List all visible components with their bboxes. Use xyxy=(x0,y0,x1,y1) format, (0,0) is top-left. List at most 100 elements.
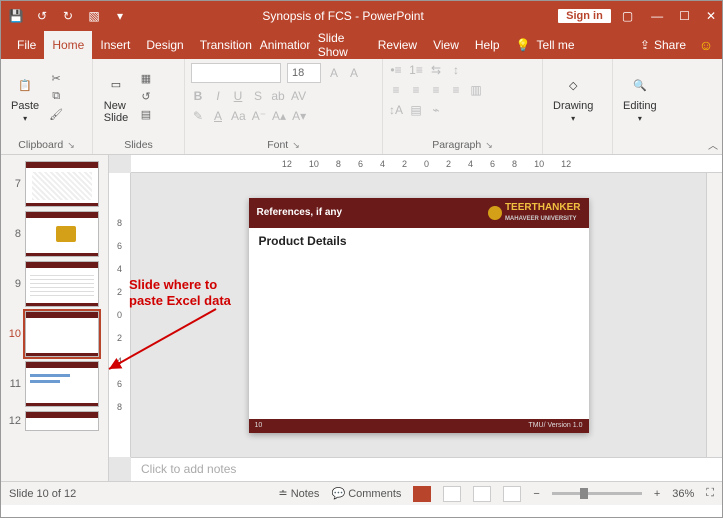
current-slide[interactable]: References, if any TEERTHANKERMAHAVEER U… xyxy=(249,198,589,433)
bold-icon[interactable]: B xyxy=(191,89,205,103)
window-controls: — ☐ ✕ xyxy=(651,9,716,23)
normal-view-icon[interactable] xyxy=(413,486,431,502)
align-center-icon[interactable]: ≡ xyxy=(409,83,423,97)
lightbulb-icon: 💡 xyxy=(516,38,531,52)
start-from-beginning-icon[interactable]: ▧ xyxy=(85,9,103,23)
ribbon-display-options-icon[interactable]: ▢ xyxy=(622,9,633,23)
highlight-icon[interactable]: ✎ xyxy=(191,109,205,123)
shadow-icon[interactable]: ab xyxy=(271,89,285,103)
cut-icon[interactable]: ✂ xyxy=(47,72,65,88)
increase-font-icon[interactable]: A xyxy=(327,66,341,80)
grow-font-icon[interactable]: A▴ xyxy=(272,109,286,123)
qat-dropdown-icon[interactable]: ▾ xyxy=(111,9,129,23)
slide-canvas[interactable]: References, if any TEERTHANKERMAHAVEER U… xyxy=(131,173,706,457)
feedback-icon[interactable]: ☺ xyxy=(694,31,718,59)
window-title: Synopsis of FCS - PowerPoint xyxy=(129,9,557,23)
tab-help[interactable]: Help xyxy=(467,31,508,59)
tab-view[interactable]: View xyxy=(425,31,467,59)
underline-icon[interactable]: U xyxy=(231,89,245,103)
line-spacing-icon[interactable]: ↕ xyxy=(449,63,463,77)
dialog-launcher-icon[interactable]: ↘ xyxy=(292,140,300,151)
zoom-in-icon[interactable]: + xyxy=(654,488,660,500)
reading-view-icon[interactable] xyxy=(473,486,491,502)
smartart-icon[interactable]: ⌁ xyxy=(429,103,443,117)
notes-toggle[interactable]: ≐ Notes xyxy=(278,487,319,500)
redo-icon[interactable]: ↻ xyxy=(59,9,77,23)
tell-me[interactable]: 💡 Tell me xyxy=(508,31,632,59)
slideshow-view-icon[interactable] xyxy=(503,486,521,502)
tab-transitions[interactable]: Transitions xyxy=(192,31,252,59)
tab-slideshow[interactable]: Slide Show xyxy=(310,31,370,59)
collapse-ribbon-icon[interactable]: ︿ xyxy=(708,137,718,152)
dialog-launcher-icon[interactable]: ↘ xyxy=(67,140,75,151)
maximize-icon[interactable]: ☐ xyxy=(679,9,690,23)
tab-home[interactable]: Home xyxy=(44,31,92,59)
font-color-icon[interactable]: A xyxy=(211,109,225,123)
slide-editor: 12108642024681012 864202468 References, … xyxy=(109,155,722,481)
thumb-9[interactable]: 9 xyxy=(1,259,108,309)
find-icon: 🔍 xyxy=(627,72,653,98)
sorter-view-icon[interactable] xyxy=(443,486,461,502)
paste-button[interactable]: 📋 Paste ▾ xyxy=(7,70,43,125)
character-spacing-icon[interactable]: AV xyxy=(291,89,306,103)
font-size-input[interactable] xyxy=(287,63,321,83)
slides-panel[interactable]: 7 8 9 10 11 12 xyxy=(1,155,109,481)
vertical-scrollbar[interactable] xyxy=(706,173,722,457)
align-right-icon[interactable]: ≡ xyxy=(429,83,443,97)
chevron-down-icon: ▾ xyxy=(23,114,27,123)
copy-icon[interactable]: ⧉ xyxy=(47,90,65,106)
new-slide-button[interactable]: ▭ New Slide xyxy=(99,70,133,126)
comments-toggle[interactable]: 💬 Comments xyxy=(331,487,401,500)
tab-insert[interactable]: Insert xyxy=(92,31,138,59)
drawing-button[interactable]: ◇ Drawing ▾ xyxy=(549,70,597,125)
tab-animations[interactable]: Animations xyxy=(252,31,310,59)
tab-file[interactable]: File xyxy=(9,31,44,59)
section-icon[interactable]: ▤ xyxy=(137,108,155,124)
zoom-slider[interactable] xyxy=(552,492,642,495)
font-name-input[interactable] xyxy=(191,63,281,83)
thumb-11[interactable]: 11 xyxy=(1,359,108,409)
save-icon[interactable]: 💾 xyxy=(7,9,25,23)
editing-button[interactable]: 🔍 Editing ▾ xyxy=(619,70,661,125)
sign-in-button[interactable]: Sign in xyxy=(557,8,612,24)
fit-window-icon[interactable]: ⛶ xyxy=(706,487,714,500)
zoom-label[interactable]: 36% xyxy=(672,488,694,500)
tab-design[interactable]: Design xyxy=(138,31,191,59)
shrink-font-icon[interactable]: A▾ xyxy=(292,109,306,123)
bullets-icon[interactable]: •≡ xyxy=(389,63,403,77)
reset-icon[interactable]: ↺ xyxy=(137,90,155,106)
undo-icon[interactable]: ↺ xyxy=(33,9,51,23)
dialog-launcher-icon[interactable]: ↘ xyxy=(485,140,493,151)
thumb-10[interactable]: 10 xyxy=(1,309,108,359)
format-painter-icon[interactable]: 🖌 xyxy=(47,108,65,124)
notes-pane[interactable]: Click to add notes xyxy=(131,457,722,481)
slide-counter[interactable]: Slide 10 of 12 xyxy=(9,488,76,500)
list-level-icon[interactable]: ⇆ xyxy=(429,63,443,77)
text-direction-icon[interactable]: ↕A xyxy=(389,103,403,117)
notes-placeholder: Click to add notes xyxy=(141,462,236,476)
strike-icon[interactable]: S xyxy=(251,89,265,103)
thumb-8[interactable]: 8 xyxy=(1,209,108,259)
zoom-out-icon[interactable]: − xyxy=(533,488,539,500)
close-icon[interactable]: ✕ xyxy=(706,9,716,23)
tab-review[interactable]: Review xyxy=(370,31,425,59)
layout-icon[interactable]: ▦ xyxy=(137,72,155,88)
align-text-icon[interactable]: ▤ xyxy=(409,103,423,117)
slide-number: 10 xyxy=(255,422,263,429)
columns-icon[interactable]: ▥ xyxy=(469,83,483,97)
chevron-down-icon: ▾ xyxy=(571,114,575,123)
minimize-icon[interactable]: — xyxy=(651,9,663,23)
numbering-icon[interactable]: 1≡ xyxy=(409,63,423,77)
italic-icon[interactable]: I xyxy=(211,89,225,103)
thumb-7[interactable]: 7 xyxy=(1,159,108,209)
thumb-12[interactable]: 12 xyxy=(1,409,108,433)
align-left-icon[interactable]: ≡ xyxy=(389,83,403,97)
slide-body[interactable]: Product Details xyxy=(249,228,589,419)
justify-icon[interactable]: ≡ xyxy=(449,83,463,97)
slide-body-title: Product Details xyxy=(259,234,347,248)
share-button[interactable]: ⇪ Share xyxy=(632,31,694,59)
decrease-font-icon[interactable]: A xyxy=(347,66,361,80)
change-case-icon[interactable]: Aa xyxy=(231,109,246,123)
clear-format-icon[interactable]: A⁻ xyxy=(252,109,266,123)
group-slides: ▭ New Slide ▦ ↺ ▤ Slides xyxy=(93,59,185,154)
